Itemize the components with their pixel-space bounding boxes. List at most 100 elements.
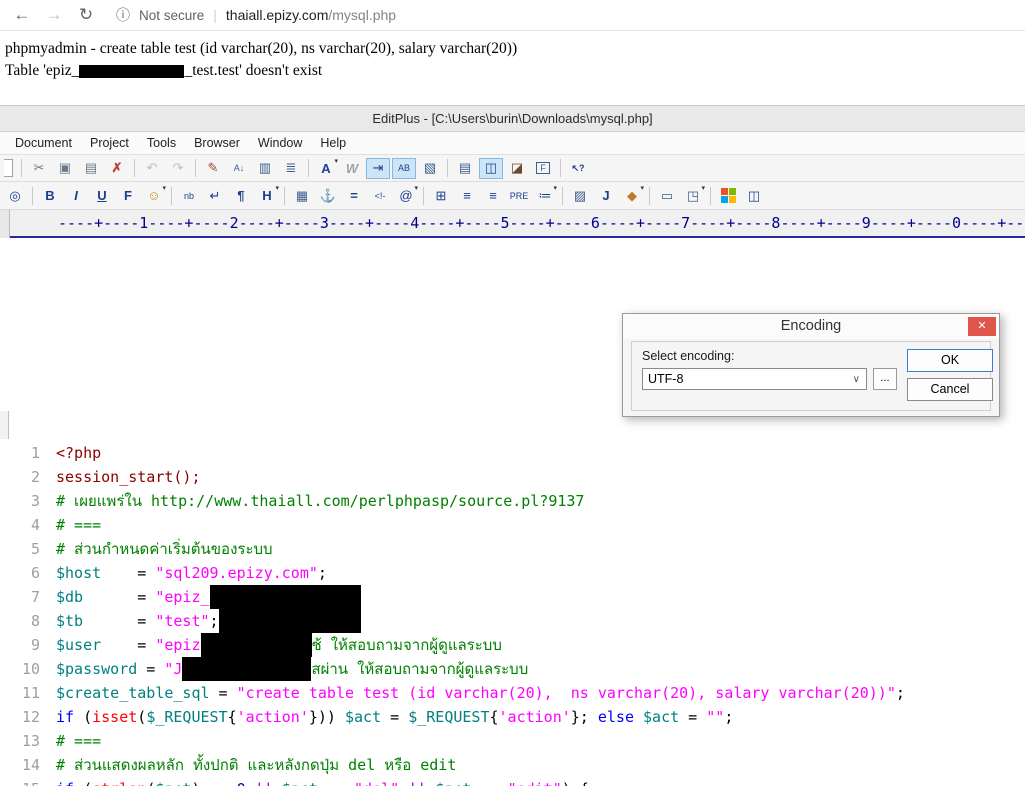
align-right-icon[interactable]: ≡ [481,185,505,206]
function-list-icon[interactable]: F [531,158,555,179]
find-highlight-icon[interactable]: ✎ [201,158,225,179]
chevron-down-icon: ∨ [852,373,860,385]
copy-document-icon[interactable]: ▥ [253,158,277,179]
redo-icon[interactable]: ↷ [166,158,190,179]
url-divider: | [213,7,217,23]
dialog-titlebar[interactable]: Encoding ✕ [623,314,999,339]
code-text: # ส่วนกำหนดค่าเริ่มต้นของระบบ [56,540,273,558]
line-number: 1 [30,444,40,462]
form-icon[interactable]: ▨ [568,185,592,206]
browse-button[interactable]: ... [873,368,897,390]
column-ruler: ----+----1----+----2----+----3----+----4… [0,210,1025,238]
align-center-icon[interactable]: ≡ [455,185,479,206]
code-line: 4 # === [0,513,1025,537]
numbered-list-icon[interactable]: ≣ [279,158,303,179]
folder-icon[interactable]: ▭ [655,185,679,206]
code-text: <?php [56,444,102,462]
undo-icon[interactable]: ↶ [140,158,164,179]
split-window-icon[interactable]: ◫ [742,185,766,206]
cancel-button[interactable]: Cancel [907,378,993,401]
url-path: /mysql.php [328,7,397,23]
list-icon[interactable]: ≔ ▾ [533,185,558,206]
ftp-icon[interactable]: ◪ [505,158,529,179]
code-text: $db = "epiz_ [56,585,361,609]
bold-icon[interactable]: B [38,185,62,206]
delete-icon[interactable]: ✗ [105,158,129,179]
mailto-icon[interactable]: @ ▾ [394,185,418,206]
nbsp-icon[interactable]: nb [177,185,201,206]
menu-project[interactable]: Project [81,136,138,150]
forward-icon[interactable]: → [38,5,70,25]
browser-chrome: ← → ↻ ⓘ Not secure | thaiall.epizy.com/m… [0,0,1025,31]
paragraph-icon[interactable]: ¶ [229,185,253,206]
code-text: $tb = "test"; [56,609,361,633]
code-text: # === [56,732,102,750]
windows-logo-icon[interactable] [716,185,740,206]
window-title: EditPlus - [C:\Users\burin\Downloads\mys… [0,106,1025,132]
sort-icon[interactable]: A↓ [227,158,251,179]
auto-indent-icon[interactable]: ⇥ [366,157,390,179]
code-line: 7 $db = "epiz_ [0,585,1025,609]
anchor-icon[interactable]: ⚓ [316,185,340,206]
menu-browser[interactable]: Browser [185,136,249,150]
editplus-window: EditPlus - [C:\Users\burin\Downloads\mys… [0,105,1025,786]
toolbar-separator [423,186,424,205]
italic-icon[interactable]: I [64,185,88,206]
code-line: 5 # ส่วนกำหนดค่าเริ่มต้นของระบบ [0,537,1025,561]
toolbar-separator [447,159,448,177]
line-number: 2 [30,468,40,486]
java-applet-icon[interactable]: J [594,185,618,206]
column-select-icon[interactable]: AB [392,157,416,179]
format-paint-icon[interactable]: ▧ [418,158,442,179]
comment-icon[interactable]: <!- [368,185,392,206]
reload-icon[interactable]: ↻ [70,5,102,25]
line-number: 3 [30,492,40,510]
code-text: session_start(); [56,468,201,486]
menu-window[interactable]: Window [249,136,311,150]
code-area[interactable]: 1 <?php 2 session_start(); 3 # เผยแพร่ใน http… [0,439,1025,786]
browser-preview-icon[interactable]: ◎ [3,185,27,206]
info-icon[interactable]: ⓘ [116,5,130,25]
copy-icon[interactable]: ▣ [53,158,77,179]
line-number: 15 [0,777,48,786]
menu-help[interactable]: Help [311,136,355,150]
code-line: 6 $host = "sql209.epizy.com"; [0,561,1025,585]
cut-icon[interactable]: ✂ [27,158,51,179]
ok-button[interactable]: OK [907,349,993,372]
url-bar[interactable]: ⓘ Not secure | thaiall.epizy.com/mysql.p… [116,5,396,25]
table-icon[interactable]: ⊞ [429,185,453,206]
close-icon[interactable]: ✕ [968,317,996,336]
back-icon[interactable]: ← [6,5,38,25]
redaction-box [209,585,361,609]
encoding-value: UTF-8 [648,372,684,386]
encoding-select[interactable]: UTF-8 ∨ [642,368,867,390]
clipped-doc-icon[interactable] [3,158,16,179]
document-list-icon[interactable]: ▤ [453,158,477,179]
word-wrap-icon[interactable]: W [340,158,364,179]
image-icon[interactable]: ▦ [290,185,314,206]
browser-pane-icon[interactable]: ◫ [479,157,503,179]
pre-icon[interactable]: PRE [507,185,531,206]
font-icon[interactable]: A ▾ [314,158,338,179]
paste-icon[interactable]: ▤ [79,158,103,179]
window-layout-icon[interactable]: ◳ ▾ [681,185,705,206]
font-color-icon[interactable]: F [116,185,140,206]
code-text: if (isset($_REQUEST{'action'})) $act = $… [56,708,734,726]
heading-icon[interactable]: H ▾ [255,185,279,206]
toolbar-separator [562,186,563,205]
context-help-icon[interactable]: ↖? [566,158,590,179]
page-text-line2: Table 'epiz_ _test.test' doesn't exist [5,62,323,79]
menu-tools[interactable]: Tools [138,136,185,150]
smiley-color-icon[interactable]: ☺ ▾ [142,185,166,206]
underline-icon[interactable]: U [90,185,114,206]
toolbar-separator [308,159,309,177]
objects-icon[interactable]: ◆ ▾ [620,185,644,206]
redaction-box [200,633,312,657]
menu-document[interactable]: Document [6,136,81,150]
redaction-box [182,657,312,681]
code-text: $create_table_sql = "create table test (… [56,684,905,702]
line-number: 8 [30,612,40,630]
security-label: Not secure [139,7,205,23]
line-break-icon[interactable]: ↵ [203,185,227,206]
hrule-icon[interactable]: = [342,185,366,206]
